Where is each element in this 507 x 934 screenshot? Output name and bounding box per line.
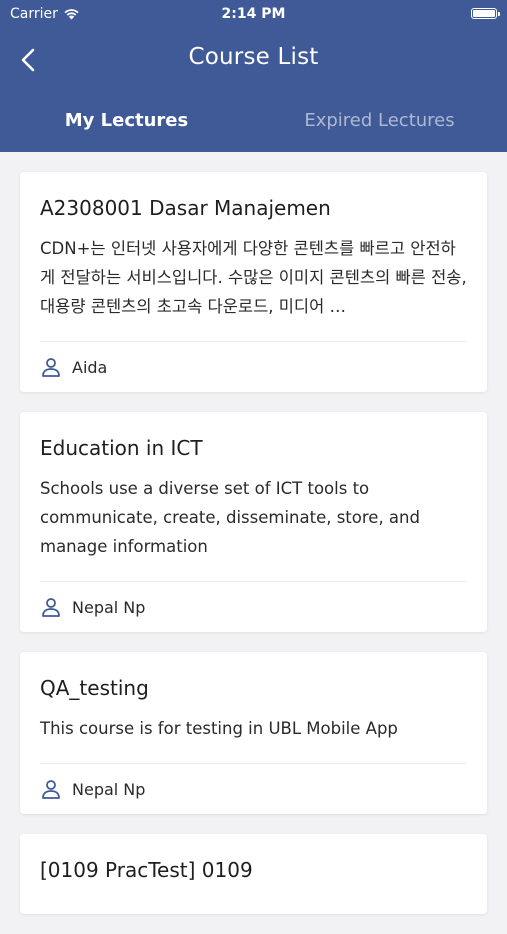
- tab-my-lectures[interactable]: My Lectures: [0, 110, 253, 131]
- course-card[interactable]: [0109 PracTest] 0109: [20, 834, 487, 914]
- person-icon: [42, 780, 60, 799]
- person-icon: [42, 358, 60, 377]
- person-icon: [42, 598, 60, 617]
- course-title: A2308001 Dasar Manajemen: [40, 196, 331, 220]
- tab-expired-lectures[interactable]: Expired Lectures: [253, 110, 506, 131]
- course-title: QA_testing: [40, 676, 149, 700]
- course-card[interactable]: A2308001 Dasar Manajemen CDN+는 인터넷 사용자에게…: [20, 172, 487, 392]
- course-description: Schools use a diverse set of ICT tools t…: [40, 479, 420, 556]
- course-description: CDN+는 인터넷 사용자에게 다양한 콘텐츠를 빠르고 안전하게 전달하는 서…: [40, 239, 467, 316]
- page-title: Course List: [188, 44, 319, 70]
- course-title: [0109 PracTest] 0109: [40, 858, 253, 882]
- course-description: This course is for testing in UBL Mobile…: [40, 719, 398, 738]
- course-card[interactable]: Education in ICT Schools use a diverse s…: [20, 412, 487, 632]
- battery-icon: [471, 8, 500, 19]
- course-card[interactable]: QA_testing This course is for testing in…: [20, 652, 487, 814]
- navigation-bar: Course List: [0, 38, 507, 82]
- app-header: Carrier 2:14 PM Course List My Lectures …: [0, 0, 507, 152]
- course-title: Education in ICT: [40, 436, 203, 460]
- course-author: Nepal Np: [40, 582, 467, 632]
- author-name: Aida: [72, 357, 108, 377]
- author-name: Nepal Np: [72, 597, 146, 617]
- course-author: Aida: [40, 342, 467, 392]
- status-time: 2:14 PM: [221, 6, 286, 22]
- tab-bar: My Lectures Expired Lectures: [0, 100, 507, 148]
- status-bar: Carrier 2:14 PM: [0, 0, 507, 28]
- author-name: Nepal Np: [72, 779, 146, 799]
- course-list: A2308001 Dasar Manajemen CDN+는 인터넷 사용자에게…: [20, 172, 487, 934]
- course-author: Nepal Np: [40, 764, 467, 814]
